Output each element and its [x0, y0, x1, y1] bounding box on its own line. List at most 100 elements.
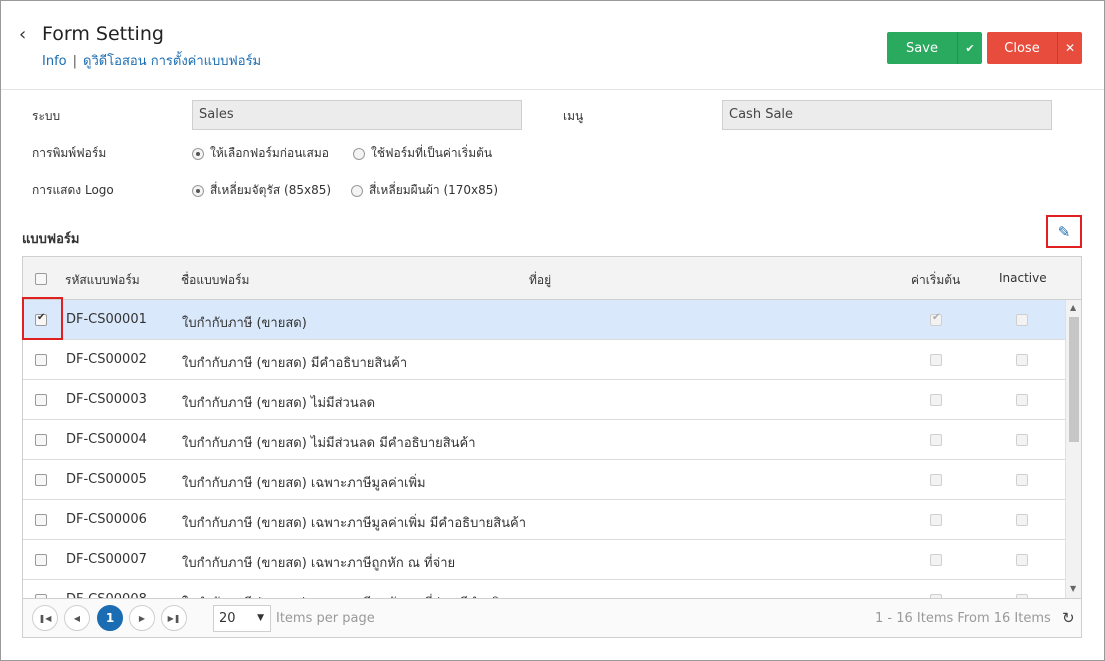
print-radio-default[interactable]: ใช้ฟอร์มที่เป็นค่าเริ่มต้น	[353, 144, 492, 163]
row-select-checkbox[interactable]	[35, 394, 47, 406]
menu-label: เมนู	[563, 109, 584, 123]
last-page-icon[interactable]: ▶❚	[161, 605, 187, 631]
forms-section-title: แบบฟอร์ม	[22, 232, 80, 247]
system-label: ระบบ	[32, 109, 61, 123]
row-name: ใบกำกับภาษี (ขายสด) ไม่มีส่วนลด มีคำอธิบ…	[182, 436, 476, 451]
row-inactive-checkbox	[1016, 554, 1028, 566]
logo-radio-rect[interactable]: สี่เหลี่ยมผืนผ้า (170x85)	[351, 181, 498, 200]
row-select-checkbox[interactable]	[35, 434, 47, 446]
row-default-checkbox	[930, 514, 942, 526]
col-header-code[interactable]: รหัสแบบฟอร์ม	[65, 271, 140, 290]
scroll-down-icon[interactable]: ▼	[1070, 584, 1076, 593]
page-header: ‹ Form Setting Info | ดูวิดีโอสอน การตั้งค…	[1, 1, 1104, 90]
table-row[interactable]: DF-CS00005 ใบกำกับภาษี (ขายสด) เฉพาะภาษีม…	[23, 460, 1065, 500]
logo-radio-rect-label: สี่เหลี่ยมผืนผ้า (170x85)	[369, 183, 499, 197]
row-code: DF-CS00006	[66, 512, 147, 527]
radio-selected-icon	[192, 147, 204, 160]
grid-pager: ❚◀ ◀ 1 ▶ ▶❚ 20 ▼ Items per page 1 - 16 I…	[23, 598, 1081, 637]
col-header-location[interactable]: ที่อยู่	[529, 271, 551, 290]
row-inactive-checkbox	[1016, 434, 1028, 446]
select-all-checkbox[interactable]	[35, 273, 47, 285]
breadcrumb-separator: |	[72, 54, 77, 69]
table-row[interactable]: DF-CS00007 ใบกำกับภาษี (ขายสด) เฉพาะภาษีถ…	[23, 540, 1065, 580]
row-inactive-checkbox	[1016, 514, 1028, 526]
pencil-icon: ✎	[1057, 222, 1071, 241]
row-code: DF-CS00002	[66, 352, 147, 367]
row-inactive-checkbox	[1016, 354, 1028, 366]
edit-form-button[interactable]: ✎	[1046, 215, 1082, 248]
col-header-inactive[interactable]: Inactive	[999, 271, 1047, 285]
row-select-checkbox[interactable]	[35, 354, 47, 366]
menu-field: Cash Sale	[722, 100, 1052, 130]
table-row[interactable]: DF-CS00004 ใบกำกับภาษี (ขายสด) ไม่มีส่วนล…	[23, 420, 1065, 460]
row-default-checkbox	[930, 312, 942, 326]
window-frame: ‹ Form Setting Info | ดูวิดีโอสอน การตั้งค…	[0, 0, 1105, 661]
row-default-checkbox	[930, 354, 942, 366]
row-name: ใบกำกับภาษี (ขายสด) เฉพาะภาษีมูลค่าเพิ่ม	[182, 476, 426, 491]
radio-empty-icon	[353, 147, 365, 160]
grid-header: รหัสแบบฟอร์ม ชื่อแบบฟอร์ม ที่อยู่ ค่าเริ…	[23, 257, 1081, 300]
scroll-up-icon[interactable]: ▲	[1070, 303, 1076, 312]
system-field: Sales	[192, 100, 522, 130]
prev-page-icon[interactable]: ◀	[64, 605, 90, 631]
page-size-select[interactable]: 20 ▼	[213, 605, 271, 632]
table-row[interactable]: DF-CS00001 ใบกำกับภาษี (ขายสด)	[23, 300, 1065, 340]
print-radio-ask-label: ให้เลือกฟอร์มก่อนเสมอ	[210, 146, 329, 160]
print-radio-default-label: ใช้ฟอร์มที่เป็นค่าเริ่มต้น	[371, 146, 493, 160]
page-size-value: 20	[219, 611, 236, 626]
items-summary: 1 - 16 Items From 16 Items	[875, 611, 1051, 626]
col-header-name[interactable]: ชื่อแบบฟอร์ม	[181, 271, 249, 290]
scroll-thumb[interactable]	[1069, 317, 1079, 442]
print-radio-ask[interactable]: ให้เลือกฟอร์มก่อนเสมอ	[192, 144, 329, 163]
row-code: DF-CS00004	[66, 432, 147, 447]
breadcrumb: Info | ดูวิดีโอสอน การตั้งค่าแบบฟอร์ม	[42, 50, 261, 71]
row-inactive-checkbox	[1016, 394, 1028, 406]
forms-grid: รหัสแบบฟอร์ม ชื่อแบบฟอร์ม ที่อยู่ ค่าเริ…	[22, 256, 1082, 638]
row-default-checkbox	[930, 474, 942, 486]
table-row[interactable]: DF-CS00002 ใบกำกับภาษี (ขายสด) มีคำอธิบาย…	[23, 340, 1065, 380]
logo-radio-square-label: สี่เหลี่ยมจัตุรัส (85x85)	[210, 183, 332, 197]
close-button[interactable]: Close	[987, 32, 1057, 64]
grid-scrollbar[interactable]: ▲ ▼	[1065, 300, 1081, 598]
row-select-checkbox[interactable]	[35, 554, 47, 566]
close-x-icon[interactable]: ✕	[1057, 32, 1082, 64]
col-header-default[interactable]: ค่าเริ่มต้น	[911, 271, 960, 290]
items-per-page-label: Items per page	[276, 611, 375, 626]
chevron-down-icon: ▼	[257, 613, 264, 623]
table-row[interactable]: DF-CS00008ใบกำกับภาษี (ขายสด) เฉพาะภาษีถ…	[23, 580, 1065, 598]
refresh-icon[interactable]: ↻	[1062, 609, 1075, 627]
row-name: ใบกำกับภาษี (ขายสด) เฉพาะภาษีมูลค่าเพิ่ม…	[182, 516, 527, 531]
row-select-checkbox[interactable]	[35, 474, 47, 486]
radio-empty-icon	[351, 184, 363, 197]
row-name: ใบกำกับภาษี (ขายสด) เฉพาะภาษีถูกหัก ณ ที…	[182, 556, 456, 571]
radio-selected-icon	[192, 184, 204, 197]
page-title: Form Setting	[42, 23, 164, 45]
highlight-selected-checkbox	[22, 297, 63, 340]
back-chevron-icon[interactable]: ‹	[19, 25, 33, 45]
row-default-checkbox	[930, 434, 942, 446]
row-code: DF-CS00005	[66, 472, 147, 487]
table-row[interactable]: DF-CS00006 ใบกำกับภาษี (ขายสด) เฉพาะภาษีม…	[23, 500, 1065, 540]
next-page-icon[interactable]: ▶	[129, 605, 155, 631]
row-name: ใบกำกับภาษี (ขายสด) ไม่มีส่วนลด	[182, 396, 376, 411]
breadcrumb-info-link[interactable]: Info	[42, 54, 67, 69]
current-page-button[interactable]: 1	[97, 605, 123, 631]
first-page-icon[interactable]: ❚◀	[32, 605, 58, 631]
row-select-checkbox[interactable]	[35, 514, 47, 526]
table-row[interactable]: DF-CS00003 ใบกำกับภาษี (ขายสด) ไม่มีส่วนล…	[23, 380, 1065, 420]
logo-radio-square[interactable]: สี่เหลี่ยมจัตุรัส (85x85)	[192, 181, 331, 200]
row-name: ใบกำกับภาษี (ขายสด)	[182, 316, 307, 331]
row-code: DF-CS00007	[66, 552, 147, 567]
row-default-checkbox	[930, 394, 942, 406]
breadcrumb-video-link[interactable]: ดูวิดีโอสอน การตั้งค่าแบบฟอร์ม	[83, 54, 261, 69]
row-default-checkbox	[930, 554, 942, 566]
row-code: DF-CS00001	[66, 312, 147, 327]
save-check-icon[interactable]: ✔	[957, 32, 982, 64]
row-inactive-checkbox	[1016, 474, 1028, 486]
row-inactive-checkbox	[1016, 314, 1028, 326]
save-button[interactable]: Save	[887, 32, 957, 64]
logo-label: การแสดง Logo	[32, 183, 114, 197]
print-form-label: การพิมพ์ฟอร์ม	[32, 146, 107, 160]
row-code: DF-CS00003	[66, 392, 147, 407]
row-name: ใบกำกับภาษี (ขายสด) มีคำอธิบายสินค้า	[182, 356, 408, 371]
